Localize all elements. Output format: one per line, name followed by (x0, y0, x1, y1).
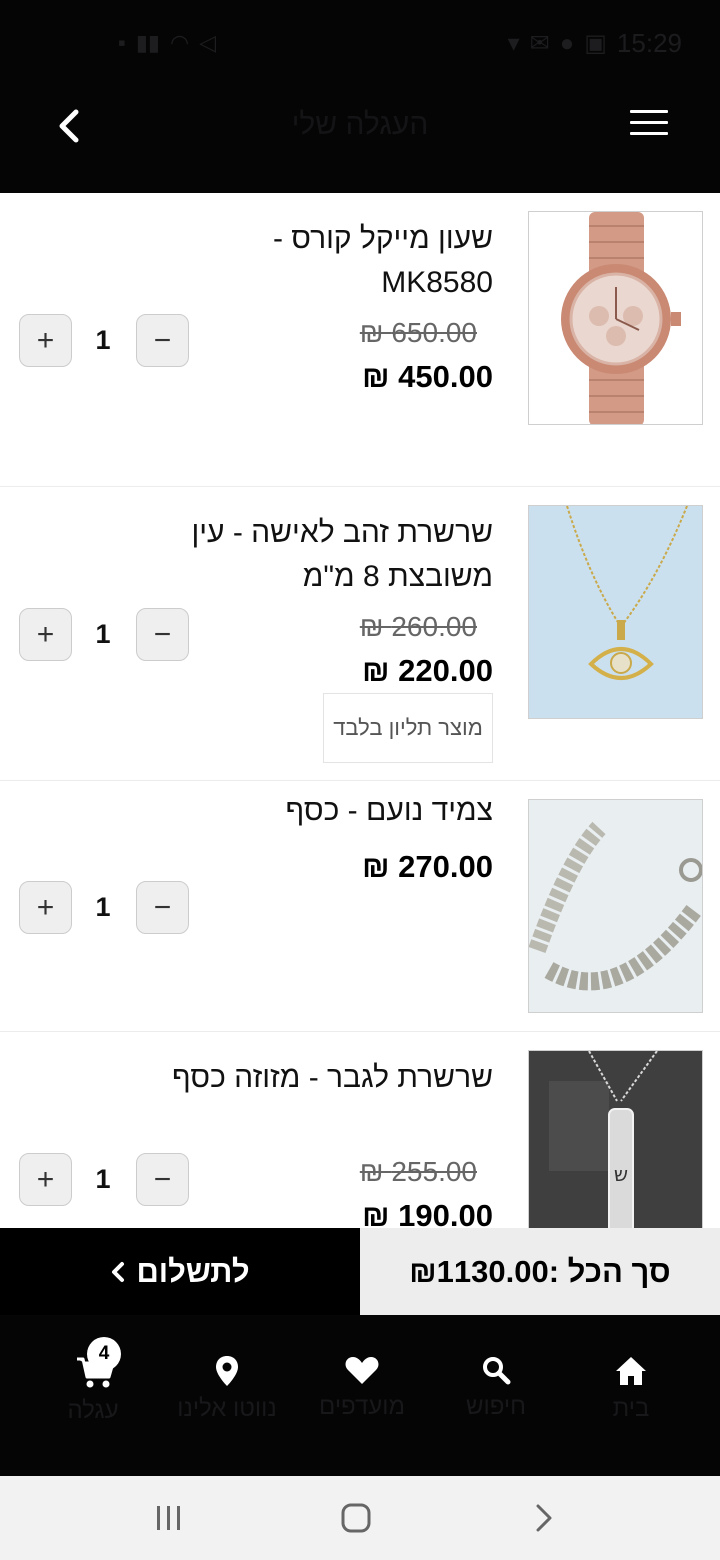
home-nav-icon[interactable] (340, 1502, 372, 1534)
search-icon (483, 1357, 511, 1385)
cart-item: שעון מייקל קורס - MK8580 650.00 ₪ 450.00… (0, 193, 720, 487)
decrease-quantity-button[interactable]: − (136, 1153, 189, 1206)
home-icon (616, 1357, 646, 1385)
cart-item: צמיד נועם - כסף 270.00 ₪ + 1 − (0, 781, 720, 1032)
decrease-quantity-button[interactable]: − (136, 314, 189, 367)
signal-icon: ▮▮ (135, 30, 161, 55)
minus-icon: − (153, 1162, 172, 1196)
plus-icon: + (36, 323, 55, 357)
product-name[interactable]: שרשרת זהב לאישה - עין משובצת 8 מ"מ (163, 511, 493, 599)
cart-list[interactable]: שעון מייקל קורס - MK8580 650.00 ₪ 450.00… (0, 193, 720, 1228)
bottom-nav: 4 עגלה נווטו אלינו מועדפים חיפוש בית (0, 1315, 720, 1476)
cart-total: סך הכל :₪1130.00 (360, 1228, 720, 1315)
wifi-icon: ◠ (170, 30, 190, 55)
lock-icon: ▪ (118, 30, 126, 55)
minus-icon: − (153, 323, 172, 357)
nav-label: עגלה (67, 1397, 119, 1424)
product-name[interactable]: שעון מייקל קורס - MK8580 (163, 217, 493, 305)
product-name[interactable]: צמיד נועם - כסף (163, 789, 493, 833)
cart-item: ש שרשרת לגבר - מזוזה כסף 255.00 ₪ 190.00… (0, 1032, 720, 1228)
heart-icon (345, 1357, 379, 1384)
nav-item-search[interactable]: חיפוש (431, 1355, 561, 1421)
product-name[interactable]: שרשרת לגבר - מזוזה כסף (163, 1056, 493, 1100)
nav-item-favorites[interactable]: מועדפים (297, 1355, 427, 1421)
notification-icon: ▾ (507, 30, 520, 57)
message-icon: ✉ (529, 30, 550, 57)
menu-icon (630, 110, 668, 113)
plus-icon: + (36, 890, 55, 924)
minus-icon: − (153, 617, 172, 651)
recent-apps-icon[interactable] (154, 1504, 184, 1532)
nav-label: בית (612, 1395, 650, 1422)
product-image-bracelet[interactable] (528, 799, 703, 1013)
nav-item-cart[interactable]: 4 עגלה (28, 1337, 158, 1425)
quantity-value: 1 (95, 1164, 111, 1194)
nav-item-home[interactable]: בית (566, 1355, 696, 1423)
location-pin-icon (216, 1356, 238, 1386)
product-note: מוצר תליון בלבד (323, 693, 493, 763)
nav-label: חיפוש (466, 1393, 526, 1420)
cart-count-badge: 4 (87, 1337, 121, 1371)
status-icons-right: ▾ ✉ ● ▣ 15:29 (508, 28, 682, 59)
minus-icon: − (153, 890, 172, 924)
increase-quantity-button[interactable]: + (19, 881, 72, 934)
image-icon: ▣ (584, 30, 607, 57)
sale-price: 450.00 ₪ (362, 359, 493, 394)
app-header: העגלה שלי (0, 84, 720, 193)
chevron-left-icon (112, 1261, 125, 1282)
price: 270.00 ₪ (362, 849, 493, 884)
checkout-bar: לתשלום סך הכל :₪1130.00 (0, 1228, 720, 1315)
menu-button[interactable] (630, 110, 668, 140)
nav-item-navigate[interactable]: נווטו אלינו (162, 1355, 292, 1423)
sale-price: 220.00 ₪ (362, 653, 493, 688)
increase-quantity-button[interactable]: + (19, 314, 72, 367)
product-image-necklace[interactable] (528, 505, 703, 719)
original-price: 650.00 ₪ (359, 317, 477, 348)
quantity-value: 1 (95, 325, 111, 355)
product-image-watch[interactable] (528, 211, 703, 425)
quantity-value: 1 (95, 892, 111, 922)
status-icons-left: ▪ ▮▮ ◠ ◁ (118, 30, 216, 56)
system-nav-bar (0, 1476, 720, 1560)
sale-price: 190.00 ₪ (362, 1198, 493, 1228)
increase-quantity-button[interactable]: + (19, 1153, 72, 1206)
decrease-quantity-button[interactable]: − (136, 881, 189, 934)
increase-quantity-button[interactable]: + (19, 608, 72, 661)
back-nav-icon[interactable] (532, 1502, 556, 1534)
plus-icon: + (36, 1162, 55, 1196)
plus-icon: + (36, 617, 55, 651)
mute-icon: ◁ (199, 30, 217, 55)
nav-label: מועדפים (319, 1393, 405, 1420)
cart-item: שרשרת זהב לאישה - עין משובצת 8 מ"מ 260.0… (0, 487, 720, 781)
original-price: 255.00 ₪ (359, 1156, 477, 1187)
app-icon: ● (559, 29, 575, 57)
nav-label: נווטו אלינו (177, 1395, 277, 1422)
original-price: 260.00 ₪ (359, 611, 477, 642)
svg-text:ש: ש (614, 1162, 628, 1186)
status-bar: ▪ ▮▮ ◠ ◁ ▾ ✉ ● ▣ 15:29 (0, 0, 720, 84)
checkout-button[interactable]: לתשלום (0, 1228, 360, 1315)
quantity-value: 1 (95, 619, 111, 649)
checkout-label: לתשלום (136, 1253, 250, 1289)
product-image-mezuzah-necklace[interactable]: ש (528, 1050, 703, 1228)
decrease-quantity-button[interactable]: − (136, 608, 189, 661)
status-time: 15:29 (616, 28, 682, 58)
page-title: העגלה שלי (291, 108, 429, 141)
